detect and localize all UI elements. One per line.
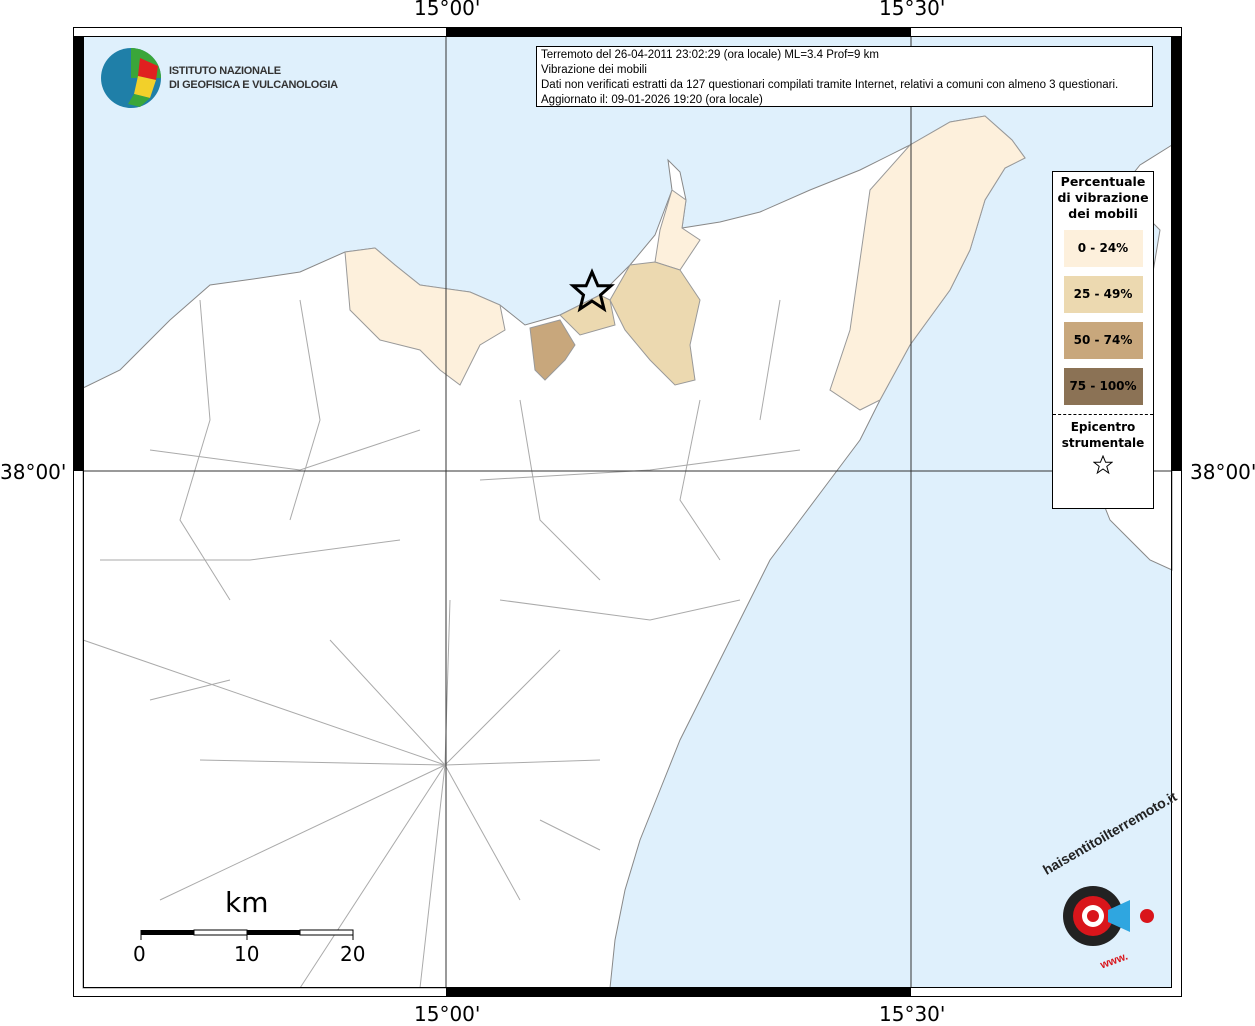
- event-updated: Aggiornato il: 09-01-2026 19:20 (ora loc…: [541, 94, 763, 106]
- legend-class-75-100: 75 - 100%: [1063, 368, 1143, 405]
- event-note: Dati non verificati estratti da 127 ques…: [541, 79, 1119, 91]
- legend-class-50-74: 50 - 74%: [1063, 322, 1143, 359]
- legend-class-25-49: 25 - 49%: [1063, 276, 1143, 313]
- legend-class-0-24: 0 - 24%: [1063, 230, 1143, 267]
- scale-label: 10: [234, 942, 260, 966]
- star-icon: [1092, 454, 1114, 475]
- lat-label-right: 38°00': [1190, 460, 1255, 484]
- legend-epicenter-label: Epicentro strumentale: [1061, 420, 1145, 450]
- map[interactable]: [0, 0, 1255, 1024]
- scale-label: 20: [340, 942, 366, 966]
- event-subtitle: Vibrazione dei mobili: [541, 64, 647, 76]
- scale-label: 0: [133, 942, 146, 966]
- lon-label-bottom: 15°30': [879, 1002, 946, 1026]
- lon-label-top: 15°00': [414, 0, 481, 20]
- scale-unit: km: [225, 886, 269, 919]
- legend-title: Percentuale di vibrazione dei mobili: [1057, 174, 1149, 221]
- event-info-box: Terremoto del 26-04-2011 23:02:29 (ora l…: [536, 46, 1153, 107]
- logo-line2: DI GEOFISICA E VULCANOLOGIA: [169, 79, 338, 91]
- lon-label-top: 15°30': [879, 0, 946, 20]
- logo-line1: ISTITUTO NAZIONALE: [169, 65, 281, 77]
- lat-label-left: 38°00': [0, 460, 67, 484]
- ingv-logo: ISTITUTO NAZIONALE DI GEOFISICA E VULCAN…: [169, 64, 338, 92]
- event-title: Terremoto del 26-04-2011 23:02:29 (ora l…: [541, 49, 879, 61]
- legend: Percentuale di vibrazione dei mobili 0 -…: [1052, 171, 1154, 509]
- legend-epicenter: Epicentro strumentale: [1053, 414, 1153, 479]
- lon-label-bottom: 15°00': [414, 1002, 481, 1026]
- ingv-globe-icon: [101, 48, 161, 108]
